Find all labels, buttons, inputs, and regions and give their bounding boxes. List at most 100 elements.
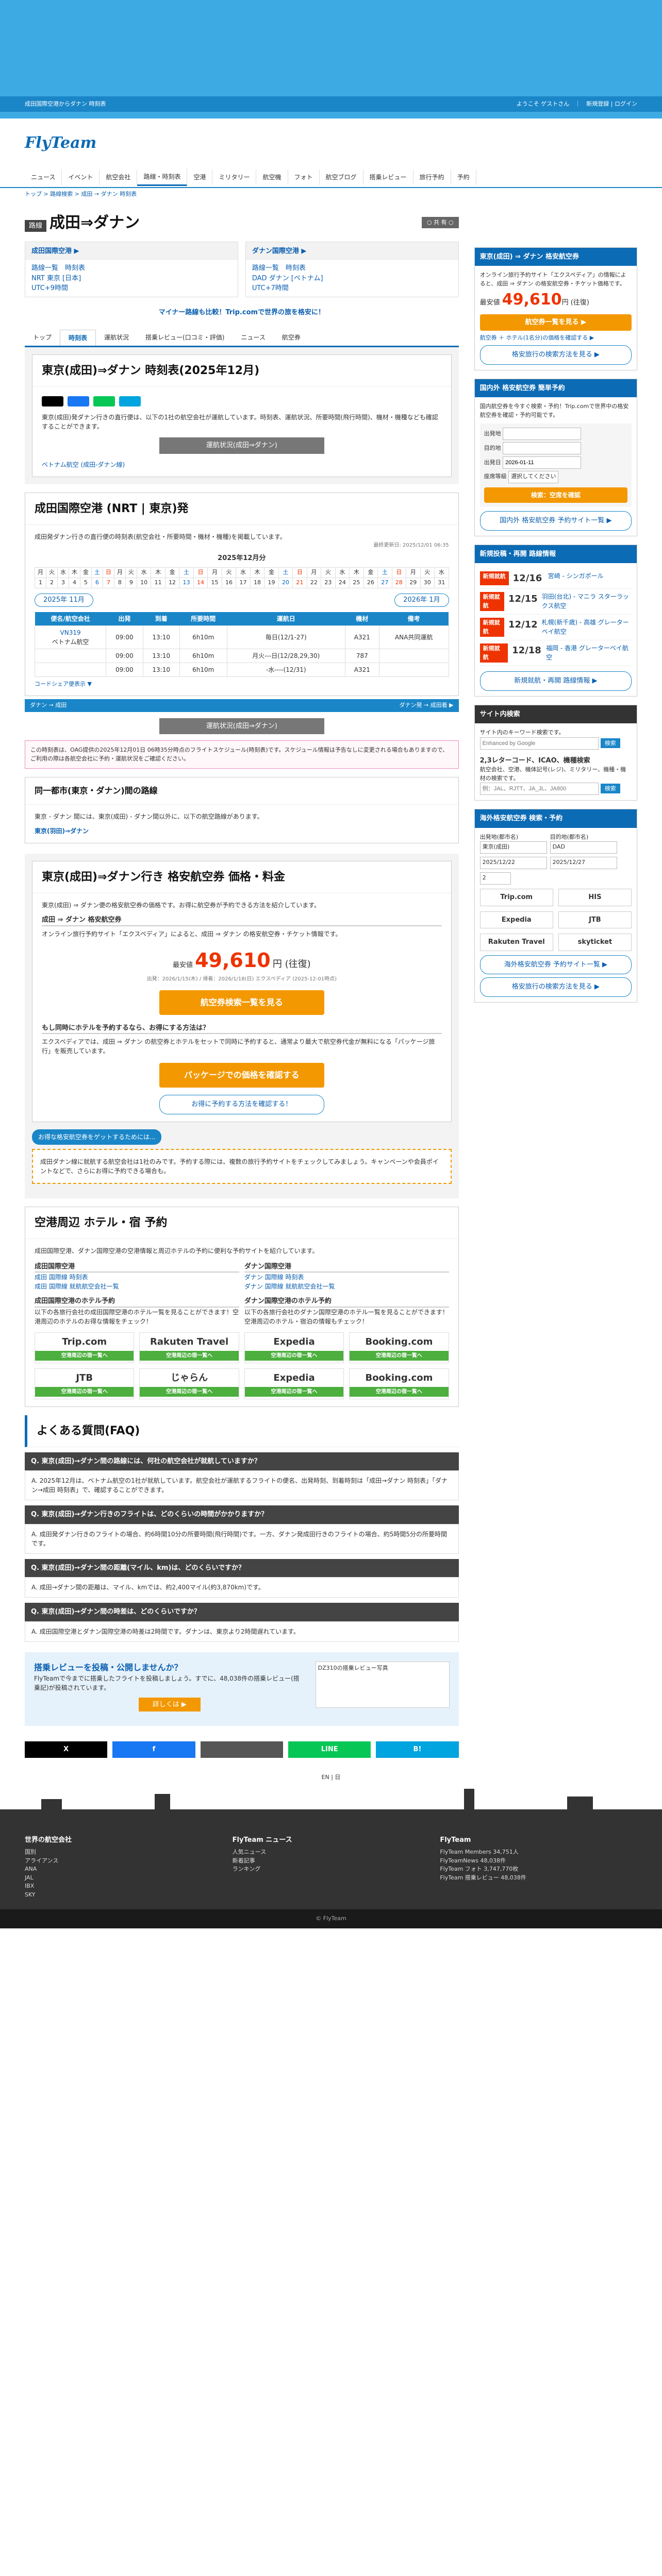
calendar-day[interactable]: 9 — [125, 578, 137, 588]
footer-link[interactable]: アライアンス — [25, 1857, 222, 1866]
calendar-day[interactable]: 22 — [306, 578, 322, 588]
facebook-share-icon[interactable] — [68, 396, 89, 406]
codeshare-toggle[interactable]: コードシェア便表示 ▼ — [35, 680, 449, 689]
nav-item[interactable]: イベント — [62, 170, 100, 185]
route-tab[interactable]: トップ — [25, 330, 60, 346]
nav-item[interactable]: ニュース — [25, 170, 62, 185]
airport-link[interactable]: UTC+7時間 — [252, 283, 452, 294]
calendar-day[interactable]: 5 — [79, 578, 92, 588]
intl-sites-button[interactable]: 海外格安航空券 予約サイト一覧 ▶ — [479, 955, 632, 974]
hotel-nrt-link[interactable]: 成田 国際線 就航航空会社一覧 — [35, 1282, 239, 1291]
nav-item[interactable]: 旅行予約 — [413, 170, 451, 185]
route-tab[interactable]: ニュース — [233, 330, 273, 346]
hotel-logo-tile[interactable]: Expedia 空港周辺の宿一覧へ — [244, 1332, 344, 1363]
hotel-logo-button[interactable]: 空港周辺の宿一覧へ — [140, 1350, 239, 1361]
intl-site-link[interactable]: HIS — [558, 889, 632, 906]
brand-bar-right[interactable]: ようこそ ゲストさん ｜ 新規登録 | ログイン — [517, 100, 637, 109]
hotel-logo-button[interactable]: 空港周辺の宿一覧へ — [350, 1350, 449, 1361]
sidebar-news-item[interactable]: 新規就航 12/18 福岡 - 香港 グレーターベイ航空 — [479, 640, 632, 666]
footer-link[interactable]: FlyTeam Members 34,751人 — [440, 1848, 637, 1857]
hotel-logo-button[interactable]: 空港周辺の宿一覧へ — [140, 1386, 239, 1397]
footer-link[interactable]: JAL — [25, 1874, 222, 1883]
hotel-dad-link[interactable]: ダナン 国際線 時刻表 — [244, 1273, 449, 1282]
hotel-dad-link[interactable]: ダナン 国際線 就航航空会社一覧 — [244, 1282, 449, 1291]
calendar-day[interactable]: 19 — [264, 578, 279, 588]
route-tab[interactable]: 航空券 — [274, 330, 309, 346]
x-share-icon[interactable] — [42, 396, 63, 406]
route-tab[interactable]: 時刻表 — [60, 330, 96, 346]
sidebar-deals-btn1[interactable]: 航空券一覧を見る ▶ — [479, 314, 632, 331]
calendar-day[interactable]: 2 — [45, 578, 58, 588]
calendar-day[interactable]: 26 — [363, 578, 378, 588]
hotel-logo-tile[interactable]: Expedia 空港周辺の宿一覧へ — [244, 1368, 344, 1399]
code-search-input[interactable] — [479, 783, 599, 795]
intl-howto-button[interactable]: 格安旅行の検索方法を見る ▶ — [479, 977, 632, 997]
hotel-logo-button[interactable]: 空港周辺の宿一覧へ — [35, 1386, 134, 1397]
calendar-day[interactable]: 30 — [420, 578, 435, 588]
breadcrumb[interactable]: トップ > 路線検索 > 成田 → ダナン 時刻表 — [0, 188, 662, 201]
hotel-logo-tile[interactable]: Booking.com 空港周辺の宿一覧へ — [349, 1368, 449, 1399]
share-bar-button[interactable]: X — [25, 1741, 108, 1758]
reverse-route-right[interactable]: ダナン発 → 成田着 ▶ — [399, 701, 453, 710]
hotel-logo-tile[interactable]: Trip.com 空港周辺の宿一覧へ — [35, 1332, 135, 1363]
footer-link[interactable]: 新着記事 — [233, 1857, 430, 1866]
sidebar-news-button[interactable]: 新規就航・再開 路線情報 ▶ — [479, 671, 632, 691]
intl-site-link[interactable]: Expedia — [479, 911, 553, 928]
next-month-button[interactable]: 2026年 1月 — [394, 594, 449, 607]
trip-sites-button[interactable]: 国内外 格安航空券 予約サイト一覧 ▶ — [479, 511, 632, 531]
calendar-day[interactable]: 28 — [391, 578, 407, 588]
hotel-logo-button[interactable]: 空港周辺の宿一覧へ — [244, 1386, 344, 1397]
share-bar-button[interactable]: LINE — [288, 1741, 371, 1758]
intl-go-date[interactable]: 2025/12/22 — [479, 857, 547, 869]
calendar-day[interactable]: 27 — [377, 578, 392, 588]
footer-link[interactable]: FlyTeam フォト 3,747,770枚 — [440, 1865, 637, 1874]
calendar-day[interactable]: 14 — [193, 578, 208, 588]
calendar-day[interactable]: 12 — [164, 578, 180, 588]
calendar-day[interactable]: 11 — [151, 578, 166, 588]
footer-column-title[interactable]: FlyTeam ニュース — [233, 1835, 430, 1845]
share-bar-button[interactable]: f — [112, 1741, 195, 1758]
route-tab[interactable]: 運航状況 — [96, 330, 137, 346]
hotel-logo-button[interactable]: 空港周辺の宿一覧へ — [35, 1350, 134, 1361]
airport-link[interactable]: NRT 東京 [日本] — [31, 274, 231, 284]
calendar-day[interactable]: 21 — [292, 578, 307, 588]
news-text[interactable]: 羽田(台北) - マニラ スターラックス航空 — [542, 592, 632, 611]
share-bar-button[interactable]: B! — [376, 1741, 459, 1758]
calendar-day[interactable]: 25 — [349, 578, 364, 588]
review-photo[interactable]: DZ310の搭乗レビュー写真 — [315, 1661, 450, 1708]
calendar-day[interactable]: 8 — [113, 578, 126, 588]
footer-link[interactable]: SKY — [25, 1891, 222, 1900]
calendar-day[interactable]: 31 — [434, 578, 449, 588]
site-search-button[interactable]: 検索 — [600, 738, 620, 748]
package-price-button[interactable]: パッケージでの価格を確認する — [159, 1063, 324, 1088]
nav-item[interactable]: フォト — [288, 170, 320, 185]
line-share-icon[interactable] — [93, 396, 115, 406]
share-button[interactable]: ○ 共 有 ○ — [421, 216, 459, 229]
calendar-day[interactable]: 24 — [335, 578, 350, 588]
hotel-nrt-link[interactable]: 成田 国際線 時刻表 — [35, 1273, 239, 1282]
sidebar-news-item[interactable]: 新規就航 12/15 羽田(台北) - マニラ スターラックス航空 — [479, 589, 632, 615]
footer-column-title[interactable]: 世界の航空会社 — [25, 1835, 222, 1845]
language-switch[interactable]: EN | 日 — [0, 1773, 662, 1782]
footer-link[interactable]: FlyTeam 搭乗レビュー 48,038件 — [440, 1874, 637, 1883]
news-text[interactable]: 福岡 - 香港 グレーターベイ航空 — [546, 643, 632, 663]
trip-class-select[interactable]: 選択してください — [508, 471, 559, 483]
nav-item[interactable]: 航空機 — [256, 170, 288, 185]
metro-route-link[interactable]: 東京(羽田)⇒ダナン — [35, 826, 449, 836]
intl-arr-input[interactable]: DAD — [550, 841, 617, 854]
intl-site-link[interactable]: JTB — [558, 911, 632, 928]
sidebar-news-item[interactable]: 新規就航 12/12 札幌(新千歳) - 高雄 グレーターベイ航空 — [479, 615, 632, 640]
intl-adult-select[interactable]: 2 — [479, 872, 511, 885]
nav-item[interactable]: 路線・時刻表 — [137, 168, 188, 186]
share-bar-button[interactable] — [200, 1741, 283, 1758]
calendar-day[interactable]: 15 — [207, 578, 222, 588]
calendar-day[interactable]: 7 — [102, 578, 114, 588]
intl-return-date[interactable]: 2025/12/27 — [550, 857, 617, 869]
calendar-day[interactable]: 16 — [221, 578, 237, 588]
route-tab[interactable]: 搭乗レビュー(口コミ・評価) — [137, 330, 233, 346]
trip-search-button[interactable]: 検索：空席を確認 — [484, 487, 627, 503]
nav-item[interactable]: ミリタリー — [212, 170, 257, 185]
calendar-day[interactable]: 20 — [278, 578, 293, 588]
calendar-day[interactable]: 18 — [250, 578, 265, 588]
nav-item[interactable]: 航空ブログ — [320, 170, 363, 185]
